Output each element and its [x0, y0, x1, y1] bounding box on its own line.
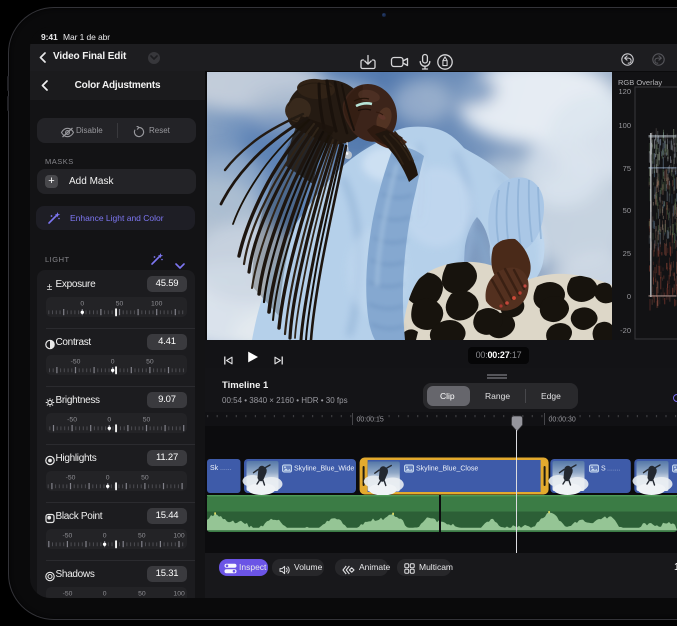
svg-text:00:00:30: 00:00:30	[549, 417, 576, 424]
svg-text:00:00:15: 00:00:15	[357, 417, 384, 424]
svg-text:0: 0	[80, 300, 84, 307]
svg-text:50: 50	[138, 532, 146, 539]
svg-text:Sk: Sk	[210, 465, 219, 472]
svg-text:-50: -50	[63, 590, 73, 597]
svg-text:50: 50	[116, 300, 124, 307]
svg-text:100: 100	[173, 590, 185, 597]
svg-text:0: 0	[103, 590, 107, 597]
svg-text:0: 0	[106, 474, 110, 481]
svg-text:50: 50	[141, 474, 149, 481]
svg-text:-50: -50	[67, 416, 77, 423]
svg-text:-50: -50	[66, 474, 76, 481]
svg-text:-50: -50	[71, 358, 81, 365]
svg-text:±: ±	[47, 282, 53, 292]
svg-text:100: 100	[151, 300, 163, 307]
svg-text:50: 50	[143, 416, 151, 423]
svg-text:S: S	[601, 466, 606, 473]
svg-text:Skyline_Blue_Close: Skyline_Blue_Close	[416, 466, 478, 473]
svg-text:......: ......	[220, 465, 232, 472]
svg-text:100: 100	[173, 532, 185, 539]
svg-text:0: 0	[107, 416, 111, 423]
svg-text:50: 50	[138, 590, 146, 597]
svg-text:50: 50	[146, 358, 154, 365]
svg-text:0: 0	[103, 532, 107, 539]
svg-text:Skyline_Blue_Wide: Skyline_Blue_Wide	[294, 466, 354, 473]
svg-text:-50: -50	[62, 532, 72, 539]
svg-text:.......: .......	[607, 466, 621, 473]
svg-text:0: 0	[111, 358, 115, 365]
